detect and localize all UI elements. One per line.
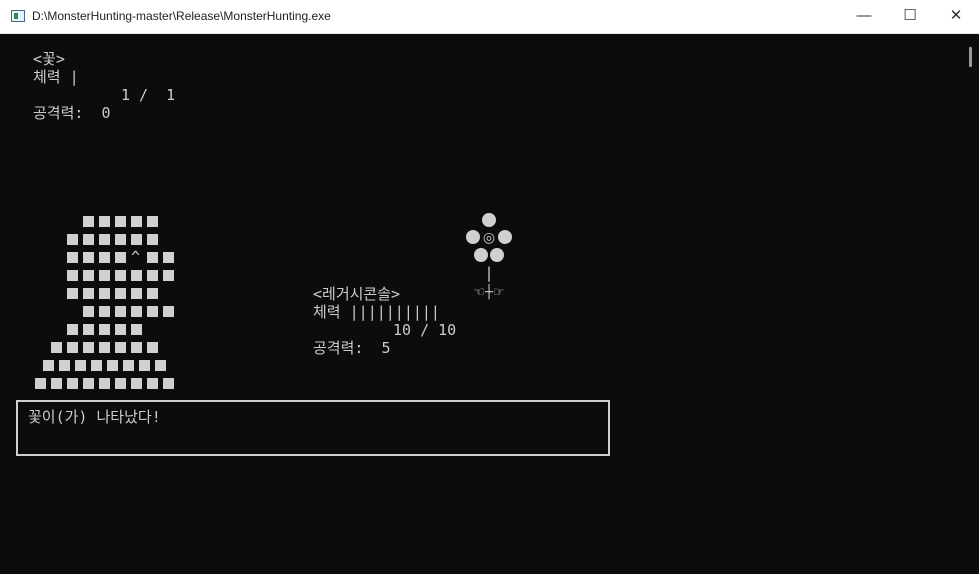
player-hp-value: 10 / 10 [393,321,457,339]
sprite-block [91,360,102,371]
sprite-block [107,360,118,371]
flower-leaves: ☜┼☞ [473,283,504,300]
sprite-block [147,288,158,299]
sprite-block [147,306,158,317]
flower-petal [474,248,488,262]
sprite-block [147,252,158,263]
sprite-block [99,324,110,335]
sprite-block [163,252,174,263]
player-sprite-mark: ^ [131,248,141,266]
maximize-button[interactable]: ☐ [887,0,933,33]
sprite-block [99,378,110,389]
flower-petal [498,230,512,244]
sprite-block [131,306,142,317]
dialog-message: 꽃이(가) 나타났다! [28,408,161,426]
flower-petal [482,213,496,227]
sprite-block [131,288,142,299]
sprite-block [67,252,78,263]
enemy-attack: 공격력: 0 [33,104,111,122]
scrollbar-thumb[interactable] [969,47,972,67]
sprite-block [163,378,174,389]
sprite-block [99,252,110,263]
sprite-block [83,306,94,317]
sprite-block [67,342,78,353]
sprite-block [43,360,54,371]
sprite-block [67,288,78,299]
sprite-block [59,360,70,371]
sprite-block [83,378,94,389]
sprite-block [51,342,62,353]
sprite-block [67,378,78,389]
sprite-block [99,288,110,299]
sprite-block [115,270,126,281]
dialog-box: 꽃이(가) 나타났다! [16,400,610,456]
sprite-block [163,270,174,281]
flower-petal [490,248,504,262]
sprite-block [115,234,126,245]
sprite-block [99,234,110,245]
enemy-hp-value: 1 / 1 [121,86,176,104]
close-button[interactable]: ✕ [933,0,979,33]
sprite-block [83,216,94,227]
sprite-block [123,360,134,371]
sprite-block [115,342,126,353]
player-attack: 공격력: 5 [313,339,391,357]
vertical-scrollbar[interactable] [962,34,979,574]
flower-petal [466,230,480,244]
sprite-block [83,342,94,353]
minimize-button[interactable]: — [841,0,887,33]
sprite-block [131,324,142,335]
title-bar: D:\MonsterHunting-master\Release\Monster… [0,0,979,34]
flower-center: ◎ [483,230,495,246]
sprite-block [99,270,110,281]
flower-stem: | [484,264,493,282]
sprite-block [147,342,158,353]
flower-monster-sprite: ◎ | ☜┼☞ [466,213,512,300]
player-name: <레거시콘솔> [313,285,401,303]
sprite-block [147,378,158,389]
sprite-block [131,342,142,353]
sprite-block [99,342,110,353]
sprite-block [99,216,110,227]
sprite-block [67,324,78,335]
sprite-block [147,216,158,227]
sprite-block [115,378,126,389]
sprite-block [147,234,158,245]
sprite-block [131,234,142,245]
console-area: <꽃> 체력 | 1 / 1 공격력: 0 ◎ | ☜┼☞ ^ <레거시콘솔> … [0,34,962,574]
sprite-block [115,306,126,317]
sprite-block [131,378,142,389]
sprite-block [115,324,126,335]
sprite-block [83,324,94,335]
sprite-block [35,378,46,389]
sprite-block [131,270,142,281]
sprite-block [155,360,166,371]
sprite-block [131,216,142,227]
window-title: D:\MonsterHunting-master\Release\Monster… [32,9,331,23]
sprite-block [115,216,126,227]
sprite-block [83,270,94,281]
sprite-block [99,306,110,317]
sprite-block [75,360,86,371]
sprite-block [139,360,150,371]
sprite-block [147,270,158,281]
sprite-block [115,288,126,299]
sprite-block [67,270,78,281]
sprite-block [67,234,78,245]
enemy-hp-bar: 체력 | [33,68,79,86]
sprite-block [51,378,62,389]
console-app-icon [11,10,25,22]
sprite-block [83,234,94,245]
player-hp-bar: 체력 |||||||||| [313,303,440,321]
sprite-block [83,288,94,299]
sprite-block [83,252,94,263]
sprite-block [115,252,126,263]
sprite-block [163,306,174,317]
enemy-name: <꽃> [33,50,65,68]
